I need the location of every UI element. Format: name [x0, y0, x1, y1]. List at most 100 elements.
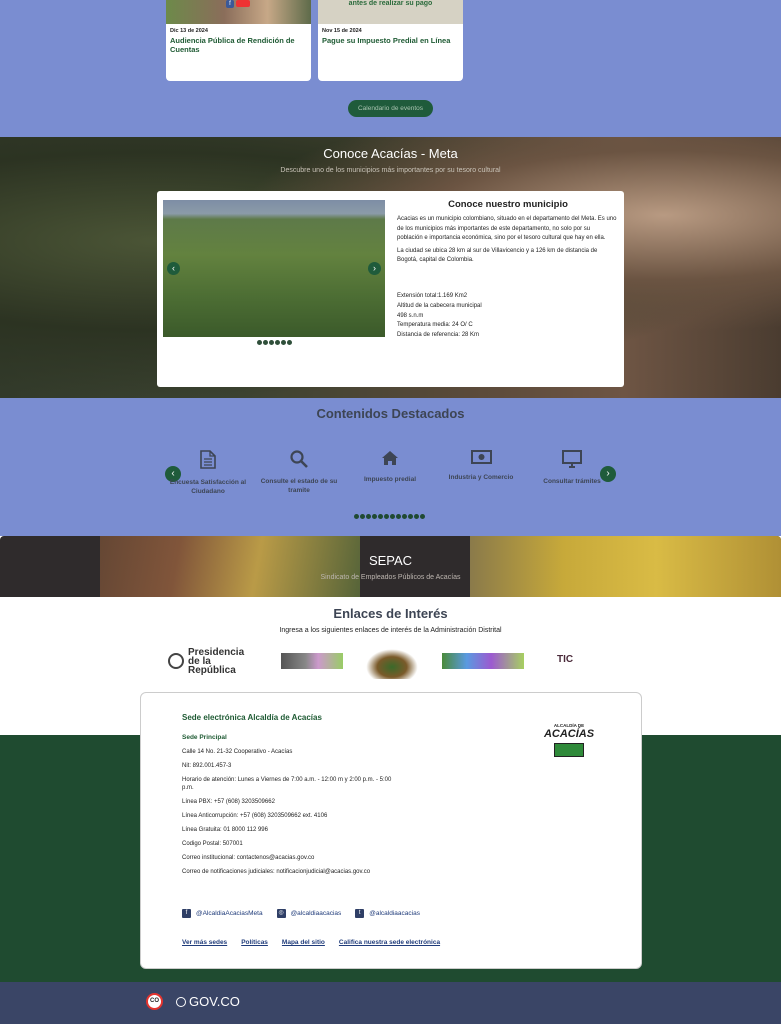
carousel-dot[interactable] — [269, 340, 274, 345]
municipio-photo: ‹ › — [163, 200, 385, 337]
social-label: @alcaldiaacacias — [369, 910, 420, 917]
carousel-dot[interactable] — [263, 340, 268, 345]
correo-notificaciones[interactable]: Correo de notificaciones judiciales: not… — [182, 868, 402, 876]
presidencia-logo[interactable]: Presidencia de la República — [168, 647, 252, 675]
co-badge-icon[interactable]: CO — [146, 993, 163, 1010]
event-image: antes de realizar su pago — [318, 0, 463, 24]
social-twitter[interactable]: t @alcaldiaacacias — [355, 909, 420, 918]
contenido-label: Impuesto predial — [363, 476, 416, 483]
event-title[interactable]: Pague su Impuesto Predial en Línea — [318, 36, 463, 45]
sepac-title: SEPAC — [368, 553, 413, 568]
conoce-title: Conoce Acacías - Meta — [323, 146, 458, 161]
entity-logo[interactable] — [281, 653, 343, 669]
fact: Distancia de referencia: 28 Km — [397, 332, 480, 339]
event-date: Nov 15 de 2024 — [322, 28, 362, 34]
gov-bar: CO GOV.CO — [0, 982, 781, 1024]
check-badge-icon — [554, 743, 584, 757]
contenidos-section: Contenidos Destacados ‹ › Encuesta Satis… — [0, 398, 781, 536]
seal-icon — [168, 653, 184, 669]
carousel-next-button[interactable]: › — [368, 262, 381, 275]
carousel-dot[interactable] — [408, 514, 413, 519]
pbx: Línea PBX: +57 (608) 3203509662 — [182, 799, 275, 805]
link-mapa-sitio[interactable]: Mapa del sitio — [282, 939, 325, 946]
horario: Horario de atención: Lunes a Viernes de … — [182, 777, 392, 791]
event-banner-text: antes de realizar su pago — [348, 0, 433, 7]
carousel-dot[interactable] — [396, 514, 401, 519]
anticorrupcion: Línea Anticorrupción: +57 (608) 32035096… — [182, 813, 328, 819]
conoce-card: ‹ › Conoce nuestro municipio Acacias es … — [157, 191, 624, 387]
link-mas-sedes[interactable]: Ver más sedes — [182, 939, 227, 946]
mintic-logo[interactable]: TIC — [557, 652, 573, 666]
municipio-facts: Extensión total:1.169 Km2 Altitud de la … — [397, 292, 617, 341]
contenido-item[interactable]: Industria y Comercio — [441, 450, 521, 482]
carousel-dot[interactable] — [354, 514, 359, 519]
carousel-dot[interactable] — [384, 514, 389, 519]
entity-logo[interactable] — [366, 649, 418, 679]
fact: 498 s.n.m — [397, 312, 424, 319]
instagram-icon: ◎ — [276, 909, 286, 918]
conoce-subtitle: Descubre uno de los municipios más impor… — [280, 167, 501, 174]
paragraph: Acacias es un municipio colombiano, situ… — [397, 216, 617, 241]
carousel-dot[interactable] — [372, 514, 377, 519]
calendar-button[interactable]: Calendario de eventos — [348, 100, 433, 117]
municipio-description: Acacias es un municipio colombiano, situ… — [397, 215, 617, 269]
carousel-dots[interactable] — [257, 340, 292, 345]
carousel-dot[interactable] — [366, 514, 371, 519]
carousel-dots[interactable] — [354, 514, 425, 519]
facebook-icon: f — [182, 909, 191, 918]
carousel-prev-button[interactable]: ‹ — [167, 262, 180, 275]
paragraph: La ciudad se ubica 28 km al sur de Villa… — [397, 247, 598, 264]
contenido-item[interactable]: Impuesto predial — [350, 450, 430, 484]
events-section: f Dic 13 de 2024 Audiencia Pública de Re… — [0, 0, 781, 137]
event-date: Dic 13 de 2024 — [170, 28, 208, 34]
enlaces-subtitle: Ingresa a los siguientes enlaces de inte… — [279, 627, 502, 634]
govco-logo[interactable]: GOV.CO — [176, 994, 240, 1009]
sepac-subtitle: Sindicato de Empleados Públicos de Acací… — [320, 574, 461, 581]
social-facebook[interactable]: f @AlcaldiaAcaciasMeta — [182, 909, 263, 918]
home-icon — [382, 451, 398, 465]
govco-label: GOV.CO — [189, 994, 240, 1009]
carousel-dot[interactable] — [360, 514, 365, 519]
nit: Nit: 892.001.457-3 — [182, 763, 232, 769]
carousel-dot[interactable] — [378, 514, 383, 519]
twitter-icon: t — [355, 909, 365, 918]
contact-info: Sede Principal Calle 14 No. 21-32 Cooper… — [182, 734, 402, 882]
carousel-dot[interactable] — [287, 340, 292, 345]
facebook-icon: f — [226, 0, 234, 8]
carousel-dot[interactable] — [390, 514, 395, 519]
social-instagram[interactable]: ◎ @alcaldiaacacias — [276, 909, 342, 918]
link-politicas[interactable]: Políticas — [241, 939, 268, 946]
contenido-label: Consulte el estado de su tramite — [260, 478, 338, 494]
carousel-dot[interactable] — [281, 340, 286, 345]
codigo-postal: Codigo Postal: 507001 — [182, 841, 243, 847]
social-label: @AlcaldiaAcaciasMeta — [196, 910, 263, 917]
social-label: @alcaldiaacacias — [290, 910, 342, 917]
carousel-dot[interactable] — [275, 340, 280, 345]
correo-institucional[interactable]: Correo institucional: contactenos@acacia… — [182, 854, 402, 862]
contenido-item[interactable]: Consultar trámites — [532, 450, 612, 486]
contenido-item[interactable]: Consulte el estado de su tramite — [259, 450, 339, 495]
event-card[interactable]: antes de realizar su pago Nov 15 de 2024… — [318, 0, 463, 81]
footer-card: Sede electrónica Alcaldía de Acacías Sed… — [140, 692, 642, 969]
carousel-dot[interactable] — [257, 340, 262, 345]
contenido-label: Industria y Comercio — [448, 474, 514, 481]
monitor-icon — [562, 450, 582, 468]
youtube-icon — [236, 0, 250, 7]
contenido-label: Encuesta Satisfacción al Ciudadano — [169, 479, 247, 495]
carousel-dot[interactable] — [420, 514, 425, 519]
logo-name: ACACÍAS — [543, 728, 595, 740]
linea-gratuita: Línea Gratuita: 01 8000 112 996 — [182, 827, 268, 833]
entity-logo[interactable] — [442, 653, 524, 669]
footer-links: Ver más sedes Políticas Mapa del sitio C… — [182, 939, 440, 946]
document-icon — [200, 450, 216, 469]
event-title[interactable]: Audiencia Pública de Rendición de Cuenta… — [166, 36, 311, 54]
link-califica[interactable]: Califica nuestra sede electrónica — [339, 939, 440, 946]
carousel-dot[interactable] — [402, 514, 407, 519]
carousel-dot[interactable] — [414, 514, 419, 519]
fact: Altitud de la cabecera municipal — [397, 302, 482, 309]
search-icon — [290, 450, 308, 468]
contenido-item[interactable]: Encuesta Satisfacción al Ciudadano — [168, 450, 248, 496]
sede-label: Sede Principal — [182, 734, 227, 741]
event-card[interactable]: f Dic 13 de 2024 Audiencia Pública de Re… — [166, 0, 311, 81]
sepac-banner[interactable]: SEPAC Sindicato de Empleados Públicos de… — [0, 536, 781, 597]
